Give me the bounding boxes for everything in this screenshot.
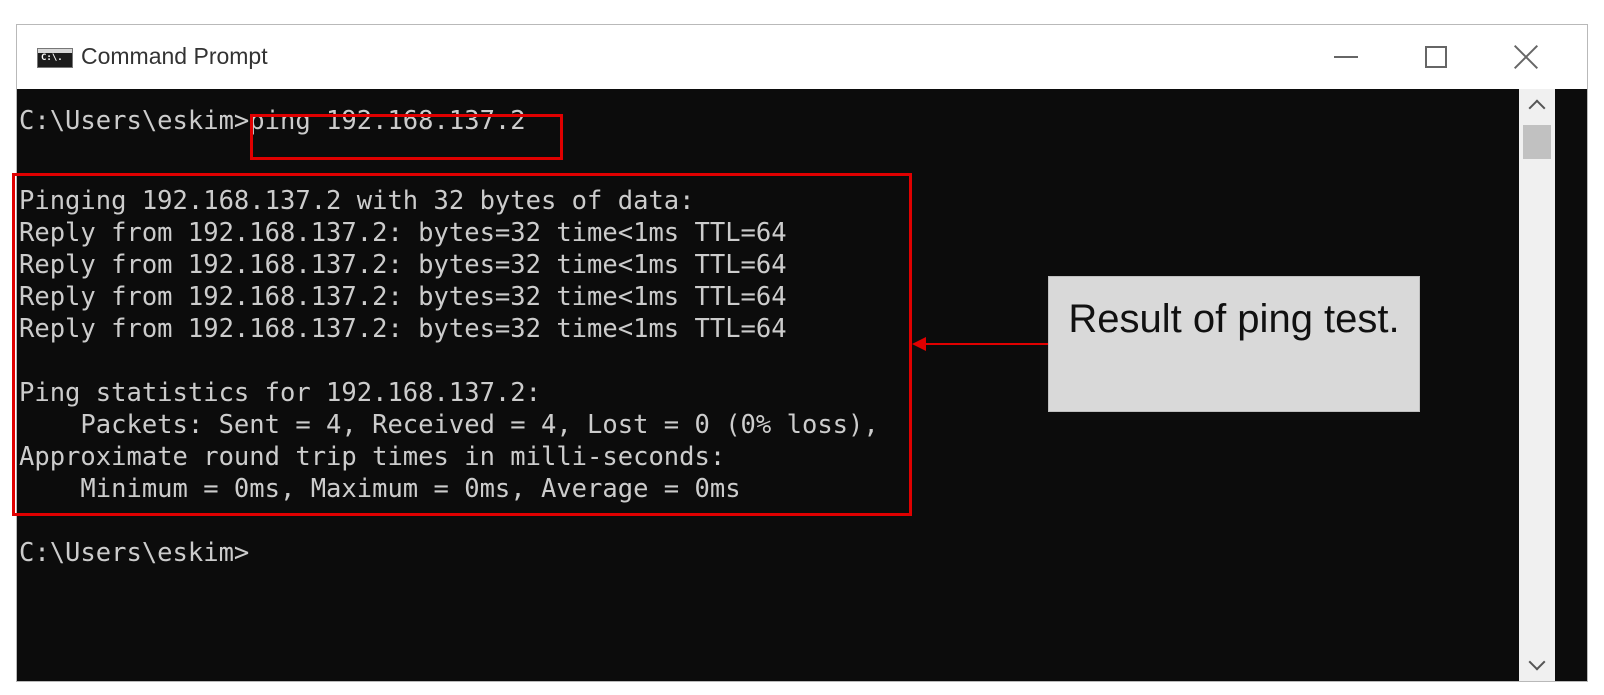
scroll-down-button[interactable]	[1519, 649, 1555, 681]
close-button[interactable]	[1487, 25, 1565, 89]
scroll-thumb[interactable]	[1523, 125, 1551, 159]
chevron-down-icon	[1528, 653, 1546, 671]
maximize-icon	[1425, 46, 1447, 68]
vertical-scrollbar[interactable]	[1519, 89, 1555, 681]
window-title: Command Prompt	[81, 43, 268, 69]
minimize-icon	[1334, 56, 1358, 58]
annotation-arrow-line	[920, 343, 1048, 345]
chevron-up-icon	[1528, 99, 1546, 117]
annotation-callout: Result of ping test.	[1048, 276, 1420, 412]
command-prompt-icon[interactable]	[37, 48, 73, 68]
command-highlight-box	[250, 114, 563, 160]
title-bar[interactable]: Command Prompt	[17, 25, 1587, 89]
minimize-button[interactable]	[1307, 25, 1385, 89]
arrow-left-icon	[912, 337, 926, 351]
scroll-up-button[interactable]	[1519, 89, 1555, 121]
maximize-button[interactable]	[1397, 25, 1475, 89]
close-icon	[1513, 44, 1539, 70]
result-highlight-box	[12, 173, 912, 516]
console-line: C:\Users\eskim>	[19, 538, 250, 568]
